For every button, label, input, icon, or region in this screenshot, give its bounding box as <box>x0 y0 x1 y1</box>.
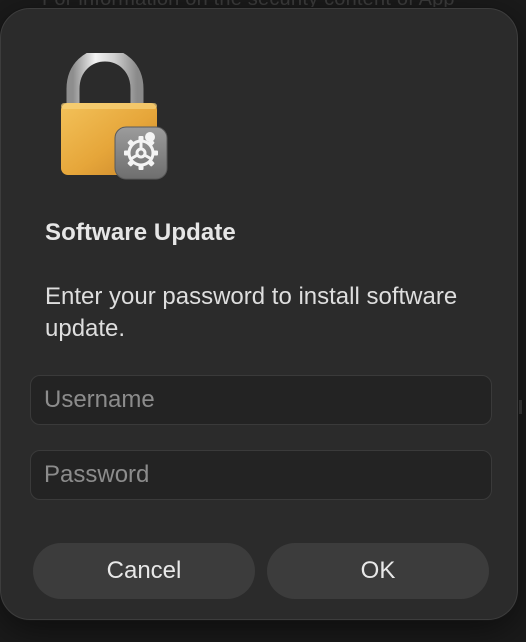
lock-with-gear-icon <box>57 48 169 181</box>
username-field[interactable] <box>30 375 492 425</box>
auth-dialog: Software Update Enter your password to i… <box>0 8 518 620</box>
cancel-button[interactable]: Cancel <box>33 543 255 599</box>
password-field[interactable] <box>30 450 492 500</box>
dialog-message: Enter your password to install software … <box>45 283 458 342</box>
dialog-title: Software Update <box>45 219 236 246</box>
ok-button[interactable]: OK <box>267 543 489 599</box>
background-fragment <box>519 400 522 414</box>
